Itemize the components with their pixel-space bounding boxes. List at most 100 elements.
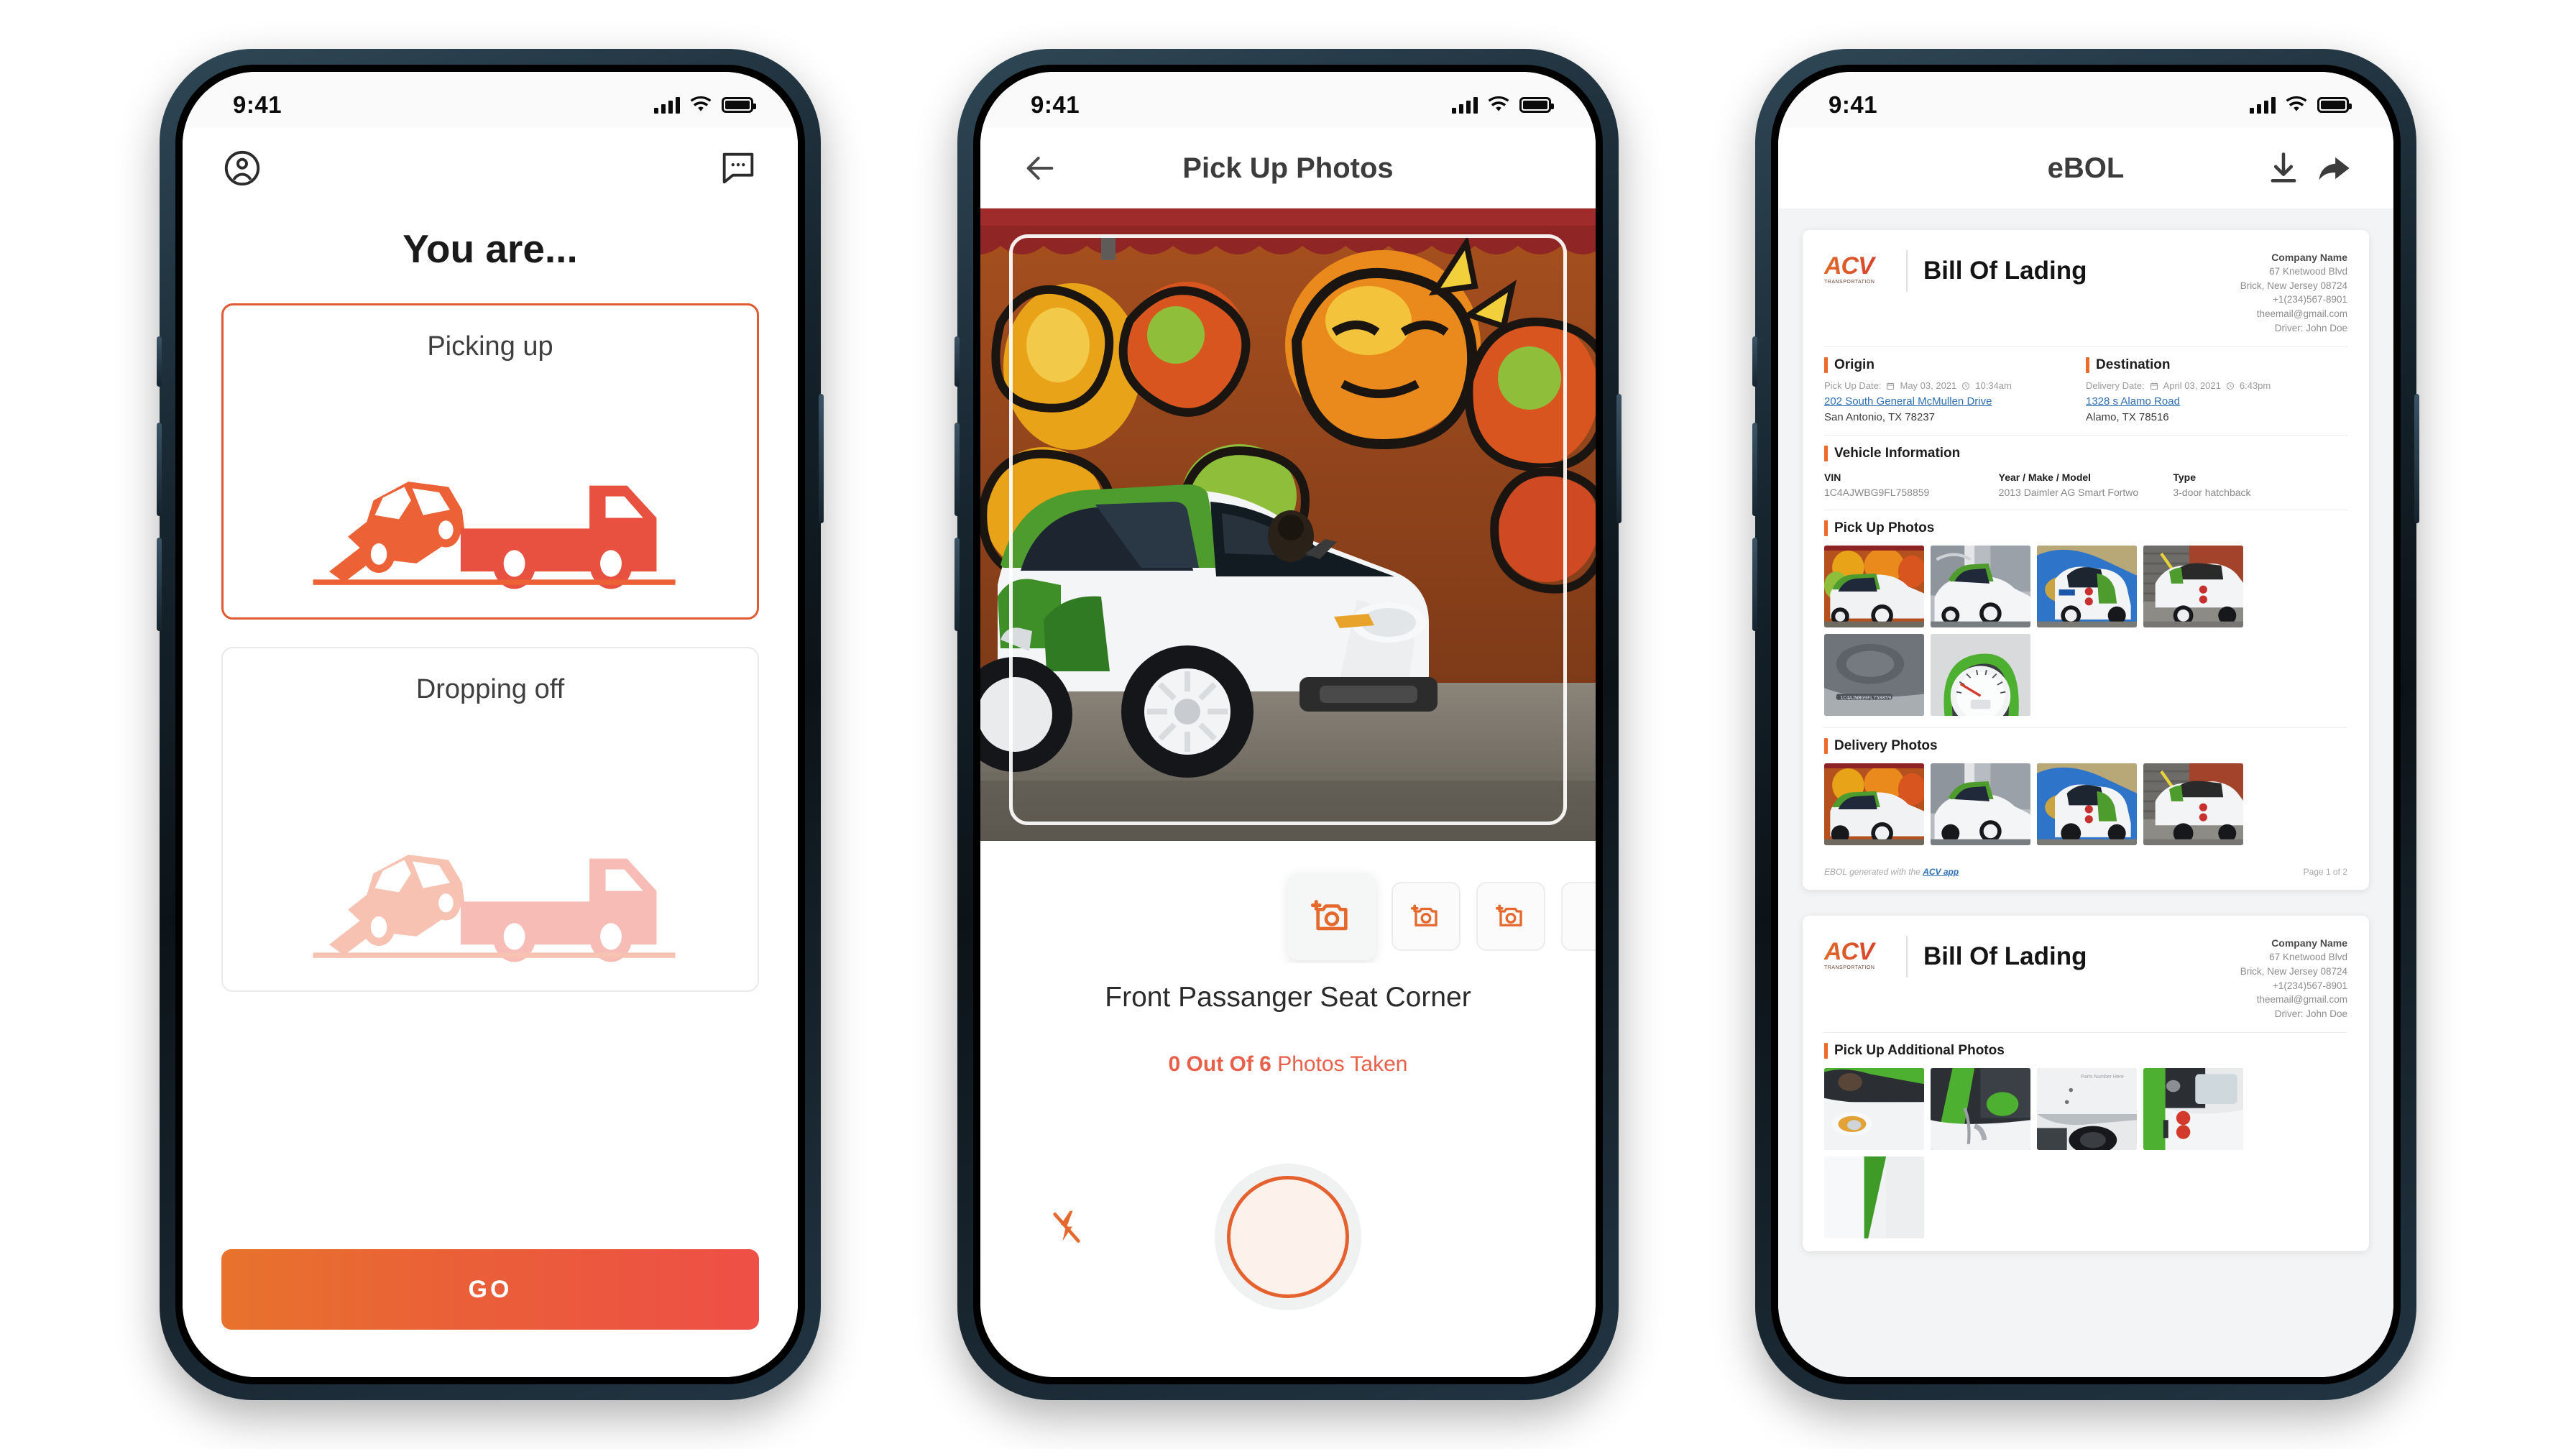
photo-thumbnail[interactable] (2143, 1068, 2243, 1151)
destination-time: 6:43pm (2239, 380, 2271, 392)
document-title: Bill Of Lading (1923, 942, 2087, 971)
go-button-area: GO (221, 1249, 759, 1377)
option-dropping-off[interactable]: Dropping off (221, 647, 759, 992)
download-icon[interactable] (2258, 143, 2309, 193)
acv-logo: ACV TRANSPORTATION (1824, 939, 1890, 974)
company-phone: +1(234)567-8901 (2273, 294, 2347, 305)
status-bar: 9:41 (183, 72, 798, 128)
company-block: Company Name 67 Knetwood Blvd Brick, New… (2240, 936, 2347, 1021)
phone-bezel: 9:41 eBOL ACV TRANSPORTATION Bill Of Lad… (1771, 65, 2401, 1384)
acv-logo-subtext: TRANSPORTATION (1824, 280, 1875, 285)
calendar-icon (2150, 382, 2158, 390)
flash-off-icon[interactable] (1046, 1208, 1087, 1248)
photo-thumbnail[interactable] (1824, 1156, 1924, 1239)
photo-thumbnail[interactable]: 1C4AJWBG9FL758859 (1824, 634, 1924, 717)
volume-down-button[interactable] (1752, 538, 1757, 631)
camera-preview[interactable] (980, 208, 1596, 841)
company-address-2: Brick, New Jersey 08724 (2240, 965, 2347, 977)
footer-text: EBOL generated with the (1824, 867, 1923, 878)
svg-text:Parts Number Here: Parts Number Here (2081, 1075, 2124, 1080)
divider (1824, 346, 2347, 348)
photo-progress-count: 0 Out Of 6 Photos Taken (980, 1052, 1596, 1077)
divider (1906, 250, 1908, 292)
power-button[interactable] (819, 394, 824, 523)
photo-thumbnail[interactable] (2143, 546, 2243, 628)
battery-full-icon (2317, 97, 2352, 113)
photo-progress-number: 0 Out Of 6 (1168, 1052, 1271, 1076)
volume-down-button[interactable] (954, 538, 960, 631)
acv-app-link[interactable]: ACV app (1923, 867, 1959, 877)
photo-slot-active[interactable] (1288, 873, 1376, 960)
screen: 9:41 (980, 72, 1596, 1377)
phone-1-role-select: 9:41 You are... Picking up Dropping off … (157, 49, 824, 1400)
company-address-2: Brick, New Jersey 08724 (2240, 280, 2347, 291)
cellular-bars-icon (1452, 96, 1478, 114)
account-circle-icon[interactable] (217, 143, 267, 193)
status-indicators (654, 96, 756, 114)
origin-address-link[interactable]: 202 South General McMullen Drive (1824, 395, 2086, 408)
wifi-icon (1488, 96, 1509, 111)
company-name: Company Name (2271, 252, 2347, 263)
add-photo-icon (1311, 900, 1348, 931)
screen: 9:41 eBOL ACV TRANSPORTATION Bill Of Lad… (1778, 72, 2393, 1377)
status-time: 9:41 (233, 91, 282, 118)
photo-progress-suffix: Photos Taken (1271, 1052, 1408, 1076)
delivery-photos-heading: Delivery Photos (1824, 738, 2347, 754)
photo-thumbnail[interactable] (1931, 763, 2030, 846)
shutter-button[interactable] (1227, 1176, 1349, 1298)
page-number: Page 1 of 2 (2303, 867, 2347, 878)
origin-block: Origin Pick Up Date: May 03, 2021 10:34a… (1824, 357, 2086, 423)
power-button[interactable] (1616, 394, 1622, 523)
app-bar (183, 128, 798, 208)
option-picking-up[interactable]: Picking up (221, 303, 759, 620)
origin-date: May 03, 2021 (1900, 380, 1957, 392)
pickup-photos-grid: 1C4AJWBG9FL758859 (1824, 546, 2347, 717)
vehicle-info-row: VIN 1C4AJWBG9FL758859 Year / Make / Mode… (1824, 472, 2347, 498)
camera-controls (980, 1077, 1596, 1377)
company-address-1: 67 Knetwood Blvd (2269, 266, 2347, 277)
photo-thumbnail[interactable]: Parts Number Here (2037, 1068, 2137, 1151)
origin-time: 10:34am (1975, 380, 2012, 392)
photo-slot-strip[interactable] (980, 841, 1596, 963)
photo-thumbnail[interactable] (1824, 546, 1924, 628)
photo-thumbnail[interactable] (1931, 546, 2030, 628)
additional-photos-grid: Parts Number Here (1824, 1068, 2347, 1239)
phone-bezel: 9:41 (973, 65, 1603, 1384)
destination-heading: Destination (2086, 357, 2347, 373)
destination-date: April 03, 2021 (2163, 380, 2221, 392)
divider (1824, 435, 2347, 436)
wifi-icon (2286, 96, 2307, 111)
three-phone-mockup-stage: 9:41 You are... Picking up Dropping off … (0, 0, 2576, 1449)
acv-logo-text: ACV (1824, 939, 1890, 964)
photo-thumbnail[interactable] (2037, 546, 2137, 628)
photo-thumbnail[interactable] (1931, 1068, 2030, 1151)
acv-logo: ACV TRANSPORTATION (1824, 254, 1890, 288)
photo-thumbnail[interactable] (2143, 763, 2243, 846)
wifi-icon (690, 96, 712, 111)
photo-slot[interactable] (1561, 882, 1596, 951)
photo-thumbnail[interactable] (1931, 634, 2030, 717)
status-bar: 9:41 (980, 72, 1596, 128)
status-time: 9:41 (1031, 91, 1080, 118)
photo-slot[interactable] (1476, 882, 1545, 951)
vin-field: VIN 1C4AJWBG9FL758859 (1824, 472, 1999, 498)
document-header: ACV TRANSPORTATION Bill Of Lading Compan… (1824, 250, 2347, 335)
divider (1824, 1032, 2347, 1034)
arrow-left-icon[interactable] (1015, 143, 1065, 193)
share-arrow-icon[interactable] (2309, 143, 2359, 193)
option-label: Dropping off (415, 674, 565, 704)
volume-down-button[interactable] (157, 538, 162, 631)
vehicle-info-heading: Vehicle Information (1824, 446, 2347, 461)
add-photo-icon (1411, 904, 1438, 926)
photo-thumbnail[interactable] (2037, 763, 2137, 846)
photo-thumbnail[interactable] (1824, 763, 1924, 846)
screen: 9:41 (183, 72, 798, 1377)
photo-thumbnail[interactable] (1824, 1068, 1924, 1151)
go-button[interactable]: GO (221, 1249, 759, 1330)
destination-address-link[interactable]: 1328 s Alamo Road (2086, 395, 2347, 408)
photo-slot[interactable] (1392, 882, 1460, 951)
chat-bubble-icon[interactable] (713, 143, 763, 193)
power-button[interactable] (2414, 394, 2419, 523)
clock-icon (1962, 382, 1970, 390)
ebol-scroll-area[interactable]: ACV TRANSPORTATION Bill Of Lading Compan… (1778, 208, 2393, 1377)
